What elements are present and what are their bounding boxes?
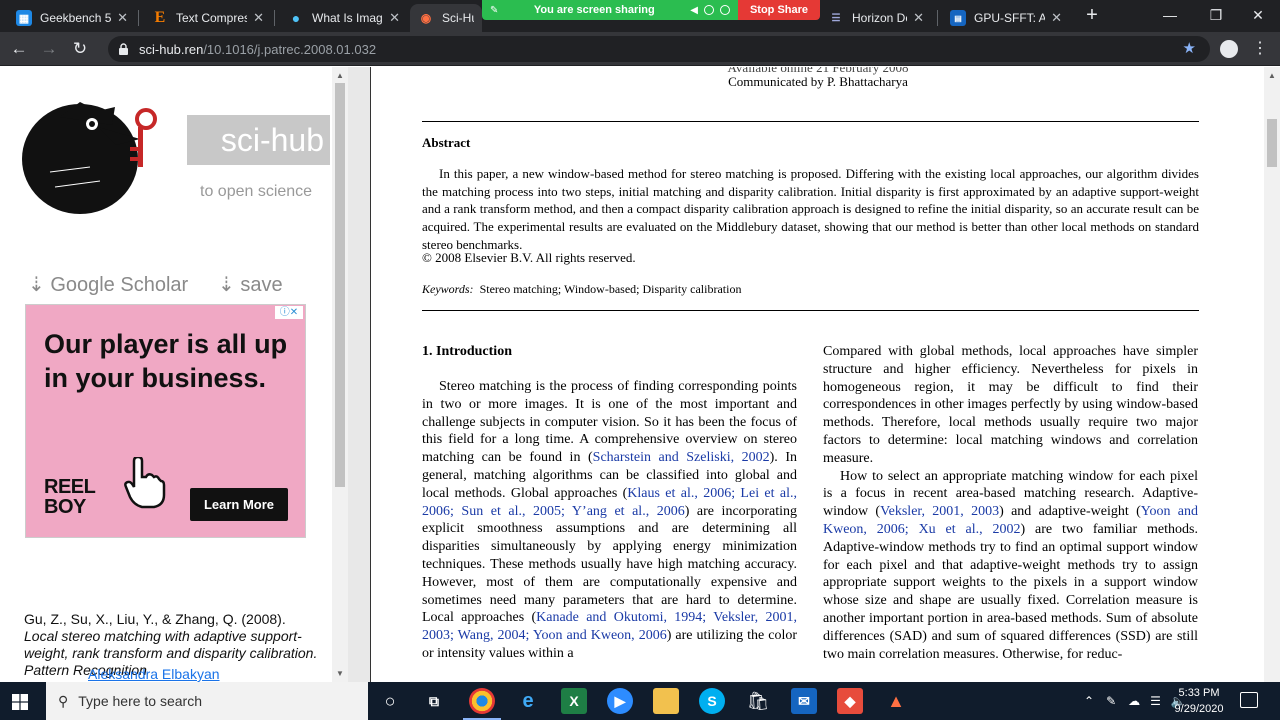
scihub-raven-logo	[22, 102, 157, 214]
scihub-sidebar: sci-hub to open science ⇣ Google Scholar…	[0, 67, 332, 682]
close-window-button[interactable]: ✕	[1238, 0, 1278, 30]
file-explorer-icon[interactable]	[653, 688, 679, 714]
network-icon[interactable]: ☁	[1128, 694, 1140, 708]
scroll-up-icon[interactable]: ▲	[336, 71, 344, 80]
divider	[422, 310, 1199, 311]
windows-taskbar: ⚲ Type here to search ○ ⧉ e X ▶ S 🛍 ✉ ◆ …	[0, 682, 1280, 720]
divider	[422, 121, 1199, 122]
tagline: to open science	[200, 183, 313, 200]
ad-headline: Our player is all up in your business.	[44, 329, 288, 393]
menu-icon[interactable]: ⋮	[1252, 38, 1268, 60]
intro-left-column: Stereo matching is the process of findin…	[422, 379, 798, 661]
citation-link[interactable]: Scharstein and Szeliski, 2002	[593, 450, 770, 465]
task-view-icon[interactable]: ⧉	[421, 688, 447, 714]
status-icon[interactable]	[704, 5, 714, 15]
learn-more-button[interactable]: Learn More	[190, 488, 288, 521]
screen-sharing-bar: ✎ You are screen sharing ◀ Stop Share	[482, 0, 820, 20]
maximize-button[interactable]: ❐	[1196, 0, 1236, 30]
bookmark-star-icon[interactable]: ★	[1183, 39, 1196, 57]
pen-icon[interactable]: ✎	[1106, 694, 1116, 708]
pin-icon[interactable]: ✎	[490, 5, 498, 16]
forward-button[interactable]: →	[38, 38, 60, 60]
zoom-icon[interactable]: ▶	[607, 688, 633, 714]
back-button[interactable]: ←	[8, 38, 30, 60]
cortana-icon[interactable]: ○	[377, 688, 403, 714]
close-icon[interactable]: ✕	[389, 10, 400, 26]
abstract-text: In this paper, a new window-based method…	[422, 166, 1199, 252]
ad-brand-logo: REEL BOY	[44, 476, 95, 518]
edge-icon[interactable]: e	[515, 688, 541, 714]
browser-toolbar: ← → ↻ sci-hub.ren/10.1016/j.patrec.2008.…	[0, 32, 1280, 66]
mail-icon[interactable]: ✉	[791, 688, 817, 714]
chevron-up-icon[interactable]: ⌃	[1084, 694, 1094, 708]
system-tray: ⌃ ✎ ☁ ☰ 🔈	[1084, 682, 1186, 720]
intro-right-column: Compared with global methods, local appr…	[823, 343, 1198, 663]
scrollbar-thumb[interactable]	[1267, 119, 1277, 167]
section-heading: 1. Introduction	[422, 344, 512, 359]
address-bar[interactable]: sci-hub.ren/10.1016/j.patrec.2008.01.032…	[108, 36, 1210, 62]
save-link[interactable]: ⇣ save	[218, 272, 283, 297]
app-icon[interactable]: ◆	[837, 688, 863, 714]
tab-text-compress[interactable]: E Text Compress ✕	[144, 4, 272, 32]
new-tab-button[interactable]: +	[1082, 4, 1102, 28]
close-icon[interactable]: ✕	[253, 10, 264, 26]
geekbench-icon: ▦	[16, 10, 32, 26]
windows-start-icon[interactable]	[12, 694, 28, 710]
tab-what-is-image[interactable]: ● What Is Image ✕	[280, 4, 408, 32]
clock[interactable]: 5:33 PM 9/29/2020	[1172, 685, 1226, 717]
settings-icon[interactable]	[720, 5, 730, 15]
scrollbar-thumb[interactable]	[335, 83, 345, 487]
sidebar-scrollbar[interactable]: ▲ ▼	[332, 67, 348, 682]
abstract-heading: Abstract	[422, 135, 471, 150]
excel-icon[interactable]: X	[561, 688, 587, 714]
stop-share-button[interactable]: Stop Share	[738, 0, 820, 20]
lock-icon	[119, 43, 128, 55]
tab-scihub[interactable]: ◉ Sci-Hub	[410, 4, 482, 32]
skype-icon[interactable]: S	[699, 688, 725, 714]
paper-viewer: Available online 21 February 2008 Commun…	[370, 67, 1264, 682]
chrome-icon[interactable]	[469, 688, 495, 714]
scihub-icon: ◉	[420, 11, 432, 25]
adchoices-icon[interactable]: ⓘ✕	[275, 306, 303, 319]
wifi-icon[interactable]: ☰	[1150, 694, 1161, 708]
audio-icon[interactable]: ◀	[690, 5, 698, 16]
search-icon: ⚲	[58, 692, 69, 709]
matlab-icon[interactable]: ▲	[883, 688, 909, 714]
paragraph: How to select an appropriate matching wi…	[823, 468, 1198, 662]
tab-horizon-detec[interactable]: ☰ Horizon Detec ✕	[820, 4, 932, 32]
store-icon[interactable]: 🛍	[745, 688, 771, 714]
profile-avatar[interactable]	[1220, 40, 1238, 58]
copyright: © 2008 Elsevier B.V. All rights reserved…	[422, 250, 636, 265]
e-letter-icon: E	[154, 9, 166, 26]
citation-authors: Gu, Z., Su, X., Liu, Y., & Zhang, Q. (20…	[24, 611, 286, 627]
close-icon[interactable]: ✕	[1051, 10, 1062, 26]
citation-link[interactable]: Veksler, 2001, 2003	[880, 504, 999, 519]
scroll-down-icon[interactable]: ▼	[336, 669, 344, 678]
paragraph: Compared with global methods, local appr…	[823, 344, 1198, 466]
advertisement[interactable]: ⓘ✕ Our player is all up in your business…	[25, 304, 306, 538]
hand-cursor-icon	[124, 457, 166, 509]
keywords: Keywords: Stereo matching; Window-based;…	[422, 282, 742, 296]
author-link[interactable]: Aleksandra Elbakyan	[88, 666, 220, 682]
close-icon[interactable]: ✕	[913, 10, 924, 26]
reload-button[interactable]: ↻	[69, 38, 91, 60]
notification-icon[interactable]	[1240, 692, 1258, 708]
blue-dot-icon: ●	[291, 10, 301, 26]
google-scholar-link[interactable]: ⇣ Google Scholar	[28, 272, 188, 297]
tab-geekbench[interactable]: ▦ Geekbench 5 ✕	[8, 4, 136, 32]
tab-gpu-sfft[interactable]: ▤ GPU-SFFT: A G ✕	[942, 4, 1070, 32]
close-icon[interactable]: ✕	[117, 10, 128, 26]
scroll-up-icon[interactable]: ▲	[1268, 71, 1276, 80]
ieee-icon: ▤	[950, 10, 966, 26]
minimize-button[interactable]: —	[1150, 0, 1190, 30]
doc-icon: ☰	[831, 12, 841, 24]
scihub-logo-text[interactable]: sci-hub	[187, 115, 330, 165]
communicated-by: Communicated by P. Bhattacharya	[728, 74, 908, 89]
paper-scrollbar[interactable]: ▲	[1264, 67, 1280, 682]
taskbar-search[interactable]: ⚲ Type here to search	[46, 682, 368, 720]
